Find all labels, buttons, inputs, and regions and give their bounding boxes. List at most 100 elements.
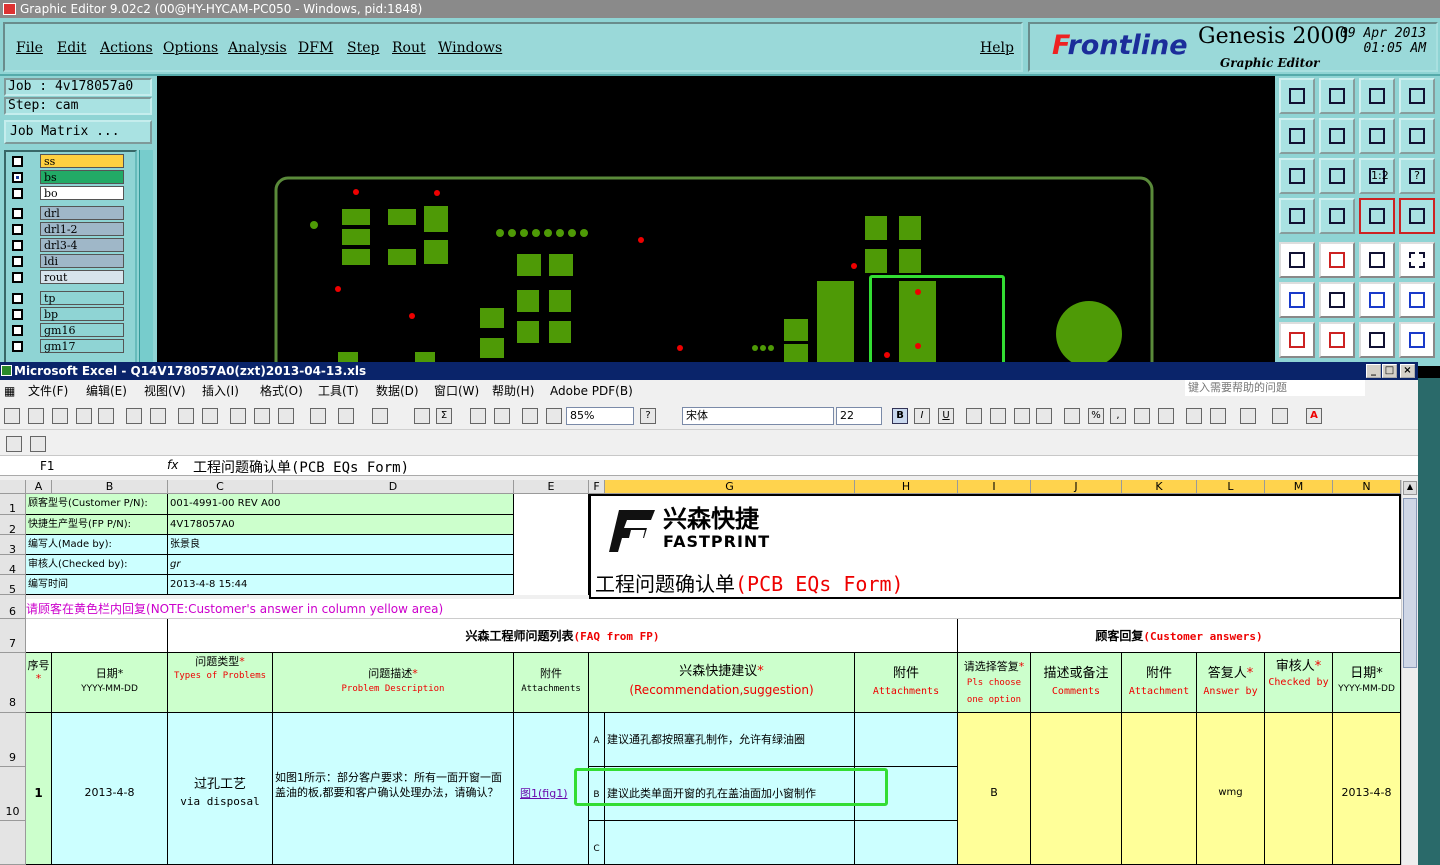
fx-label[interactable]: fx — [167, 458, 178, 472]
info-label[interactable]: 快捷生产型号(FP P/N): — [26, 515, 168, 535]
info-label[interactable]: 编写人(Made by): — [26, 535, 168, 555]
row-header[interactable]: 2 — [0, 515, 26, 536]
layer-row[interactable]: bs — [8, 170, 126, 185]
checked-by-cell[interactable] — [1265, 713, 1333, 865]
info-value[interactable]: gr — [168, 555, 514, 575]
col-header[interactable]: N — [1333, 480, 1401, 494]
tb-snap2-icon[interactable] — [1399, 198, 1435, 234]
layer-list[interactable]: ss bs bo drl drl1-2 drl3-4 ldi rout tp b… — [4, 150, 137, 366]
redo-icon[interactable] — [372, 408, 388, 424]
hdr-seq[interactable]: 序号 * — [26, 653, 52, 713]
tb-pan-left-icon[interactable] — [1279, 118, 1315, 154]
hdr-desc[interactable]: 问题描述* Problem Description — [273, 653, 514, 713]
hdr-date[interactable]: 日期* YYYY-MM-DD — [52, 653, 168, 713]
tb-measure-icon[interactable] — [1319, 242, 1355, 278]
help-search-input[interactable]: 键入需要帮助的问题 — [1185, 380, 1365, 396]
new-icon[interactable] — [4, 408, 20, 424]
xl-menu-format[interactable]: 格式(O) — [260, 380, 303, 402]
layer-checkbox[interactable] — [12, 224, 23, 235]
decrease-decimal-icon[interactable] — [1158, 408, 1174, 424]
scroll-thumb[interactable] — [1403, 498, 1417, 668]
tb-rotate-icon[interactable] — [1359, 118, 1395, 154]
col-header[interactable]: B — [52, 480, 168, 494]
bold-button[interactable]: B — [892, 408, 908, 424]
align-right-icon[interactable] — [1014, 408, 1030, 424]
col-header[interactable]: J — [1031, 480, 1122, 494]
col-header[interactable]: L — [1197, 480, 1265, 494]
research-icon[interactable] — [202, 408, 218, 424]
email-icon[interactable] — [98, 408, 114, 424]
print-icon[interactable] — [126, 408, 142, 424]
drawing-icon[interactable] — [546, 408, 562, 424]
help-icon[interactable]: ? — [640, 408, 656, 424]
increase-indent-icon[interactable] — [1210, 408, 1226, 424]
row-header[interactable]: 3 — [0, 535, 26, 556]
tb-snap-icon[interactable] — [1359, 198, 1395, 234]
xl-menu-data[interactable]: 数据(D) — [376, 380, 419, 402]
layer-row[interactable]: tp — [8, 291, 126, 306]
tb-cross-icon[interactable] — [1319, 282, 1355, 318]
font-color-icon[interactable]: A — [1306, 408, 1322, 424]
menu-actions[interactable]: Actions — [100, 40, 153, 56]
layer-checkbox[interactable] — [12, 156, 23, 167]
col-header[interactable]: C — [168, 480, 273, 494]
col-header[interactable]: H — [855, 480, 958, 494]
save-icon[interactable] — [52, 408, 68, 424]
font-select[interactable]: 宋体 — [682, 407, 834, 425]
info-value[interactable]: 2013-4-8 15:44 — [168, 575, 514, 595]
xl-menu-window[interactable]: 窗口(W) — [434, 380, 479, 402]
layer-checkbox[interactable] — [12, 341, 23, 352]
tb-line-icon[interactable] — [1359, 282, 1395, 318]
att-h-cell[interactable] — [855, 821, 958, 865]
pcb-canvas[interactable] — [157, 76, 1275, 366]
row-header[interactable]: 8 — [0, 653, 26, 713]
align-center-icon[interactable] — [990, 408, 1006, 424]
autosum-icon[interactable]: Σ — [436, 408, 452, 424]
tb-line2-icon[interactable] — [1399, 282, 1435, 318]
name-box[interactable]: F1 — [0, 458, 118, 474]
info-value[interactable]: 001-4991-00 REV A00 — [168, 494, 514, 515]
select-all-corner[interactable] — [0, 480, 26, 494]
layer-checkbox[interactable] — [12, 172, 23, 183]
layer-row[interactable]: gm17 — [8, 339, 126, 354]
tb-query-icon[interactable]: ? — [1399, 158, 1435, 194]
format-painter-icon[interactable] — [310, 408, 326, 424]
layer-row[interactable]: bo — [8, 186, 126, 201]
undo-icon[interactable] — [338, 408, 354, 424]
layer-checkbox[interactable] — [12, 325, 23, 336]
tb-scale-icon[interactable]: 1:2 — [1359, 158, 1395, 194]
excel-vscrollbar[interactable]: ▲ — [1401, 480, 1418, 865]
cust-date-cell[interactable]: 2013-4-8 — [1333, 713, 1401, 865]
tb-box-select-icon[interactable] — [1399, 242, 1435, 278]
job-matrix-button[interactable]: Job Matrix ... — [4, 120, 152, 144]
spell-icon[interactable] — [178, 408, 194, 424]
blank-cell[interactable] — [514, 494, 589, 595]
scroll-up-icon[interactable]: ▲ — [1403, 481, 1417, 495]
info-label[interactable]: 编写时间 — [26, 575, 168, 595]
col-header[interactable]: I — [958, 480, 1031, 494]
tb-text-icon[interactable] — [1399, 322, 1435, 358]
layer-row[interactable]: ss — [8, 154, 126, 169]
layer-name[interactable]: ldi — [40, 254, 124, 268]
tb-net-icon[interactable] — [1279, 282, 1315, 318]
currency-icon[interactable] — [1064, 408, 1080, 424]
hdr-type[interactable]: 问题类型* Types of Problems — [168, 653, 273, 713]
layer-checkbox[interactable] — [12, 293, 23, 304]
tb-pan-right-icon[interactable] — [1319, 118, 1355, 154]
blank-cell[interactable] — [26, 619, 168, 653]
hdr-checked[interactable]: 审核人* Checked by — [1265, 653, 1333, 713]
seq-cell[interactable]: 1 — [26, 713, 52, 865]
xl-menu-help[interactable]: 帮助(H) — [492, 380, 534, 402]
info-label[interactable]: 顾客型号(Customer P/N): — [26, 494, 168, 515]
row-header[interactable]: 7 — [0, 619, 26, 653]
row-header[interactable]: 4 — [0, 555, 26, 576]
minimize-button[interactable]: _ — [1366, 364, 1381, 378]
hdr-att[interactable]: 附件 Attachments — [514, 653, 589, 713]
merge-center-icon[interactable] — [1036, 408, 1052, 424]
layer-name[interactable]: drl1-2 — [40, 222, 124, 236]
menu-windows[interactable]: Windows — [438, 40, 502, 56]
xl-menu-view[interactable]: 视图(V) — [144, 380, 186, 402]
pdf-icon[interactable] — [6, 436, 22, 452]
col-header[interactable]: F — [589, 480, 605, 494]
col-header[interactable]: E — [514, 480, 589, 494]
